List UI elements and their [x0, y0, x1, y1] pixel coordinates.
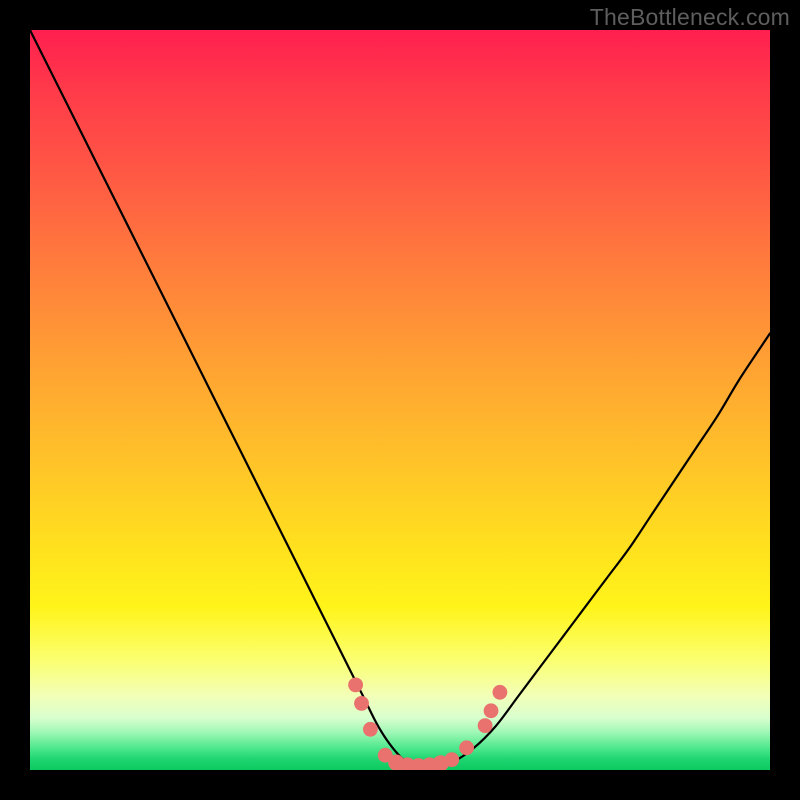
trough-marker	[459, 740, 474, 755]
trough-marker	[354, 696, 369, 711]
watermark-text: TheBottleneck.com	[590, 4, 790, 31]
trough-marker	[363, 722, 378, 737]
trough-marker	[478, 718, 493, 733]
plot-area	[30, 30, 770, 770]
outer-frame: TheBottleneck.com	[0, 0, 800, 800]
trough-marker	[348, 678, 363, 693]
trough-marker	[493, 685, 508, 700]
trough-markers	[348, 678, 507, 771]
trough-marker	[444, 752, 459, 767]
trough-marker	[484, 703, 499, 718]
bottleneck-curve	[30, 30, 770, 767]
chart-svg	[30, 30, 770, 770]
